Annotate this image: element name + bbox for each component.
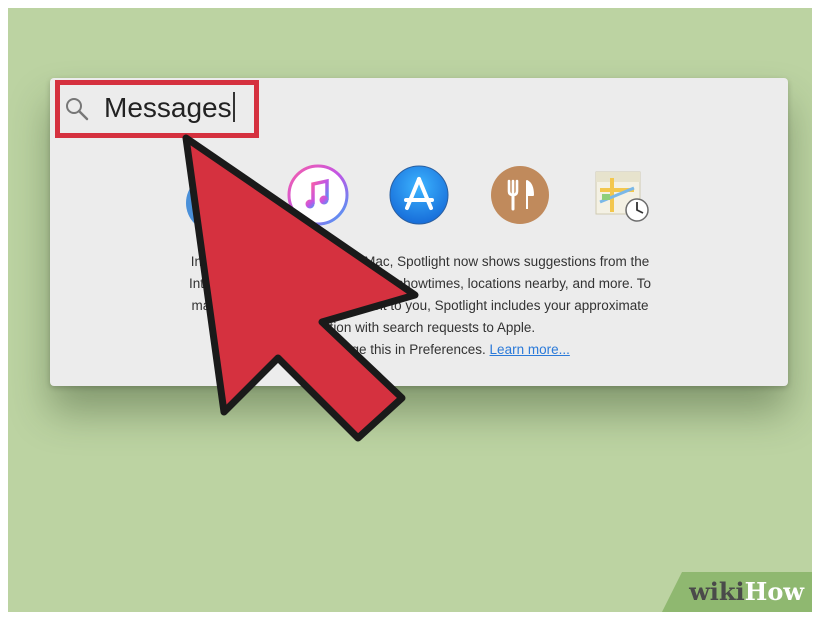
wikihow-watermark: wikiHow — [662, 572, 812, 612]
itunes-icon[interactable] — [287, 164, 349, 226]
info-line-prefix: You can change this in Preferences. — [270, 342, 490, 357]
spotlight-info-text: In addition to searching your Mac, Spotl… — [120, 251, 720, 361]
wikihow-logo-how: How — [744, 577, 804, 606]
info-line: location with search requests to Apple. — [304, 320, 536, 335]
maps-icon[interactable] — [590, 164, 652, 226]
tutorial-stage: Messages In addition to searching your M… — [8, 8, 812, 612]
wikihow-logo-wiki: wiki — [689, 577, 745, 606]
info-line: You can change this in Preferences. Lear… — [120, 339, 720, 361]
restaurant-icon[interactable] — [489, 164, 551, 226]
search-highlight-box — [55, 80, 259, 138]
wikihow-logo: wikiHow — [689, 577, 804, 606]
learn-more-link[interactable]: Learn more... — [490, 342, 570, 357]
info-line: Internet, iTunes, App Store, movie showt… — [189, 276, 651, 291]
app-store-icon[interactable] — [388, 164, 450, 226]
info-line: make suggestions more relevant to you, S… — [191, 298, 649, 313]
info-line: In addition to searching your Mac, Spotl… — [190, 254, 650, 269]
suggestion-icon-hidden[interactable] — [184, 172, 246, 234]
